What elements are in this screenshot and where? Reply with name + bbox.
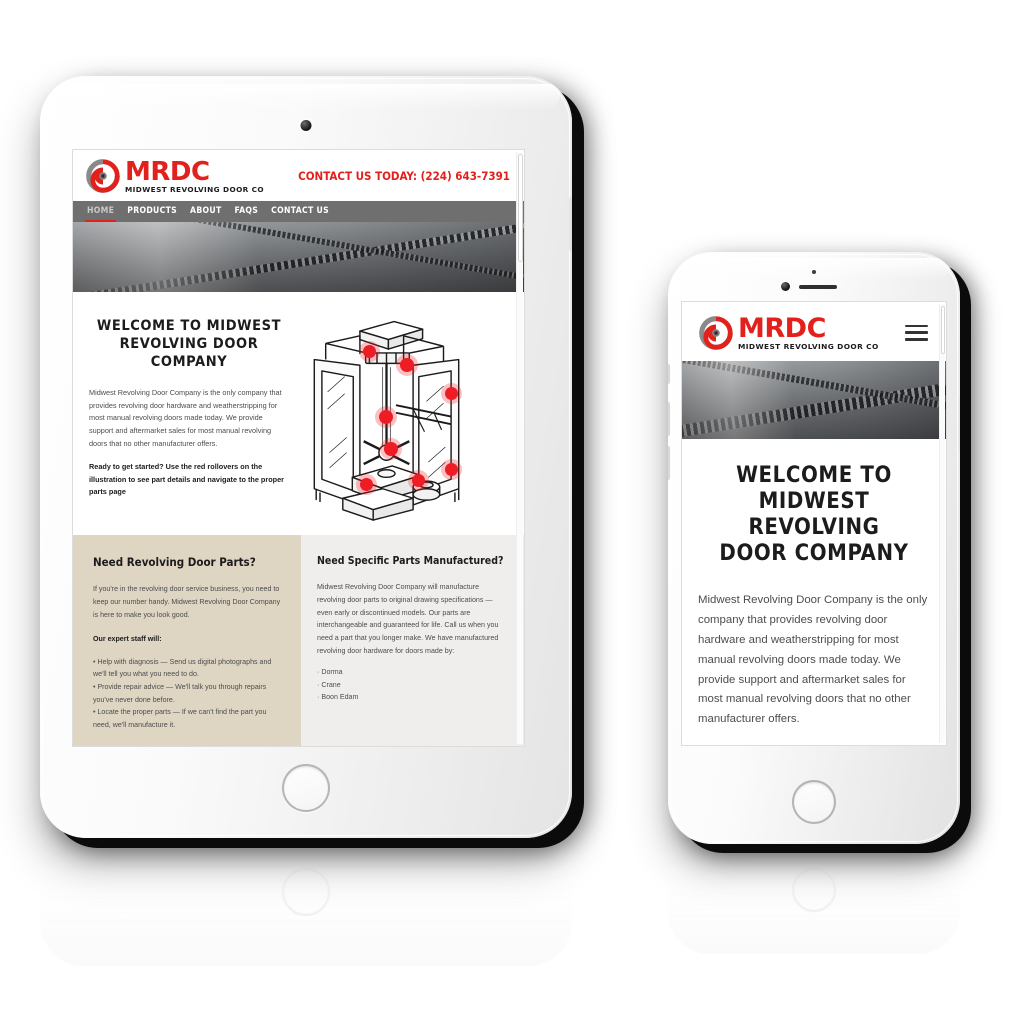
site-header: MRDC MIDWEST REVOLVING DOOR CO CONTACT U… bbox=[73, 150, 524, 202]
tablet-reflection bbox=[40, 846, 572, 966]
brand-tagline: MIDWEST REVOLVING DOOR CO bbox=[738, 342, 879, 351]
volume-down-button-icon[interactable] bbox=[668, 446, 670, 480]
screenshot-canvas: MRDC MIDWEST REVOLVING DOOR CO CONTACT U… bbox=[0, 0, 1024, 1024]
welcome-paragraph: Midwest Revolving Door Company is the on… bbox=[89, 388, 282, 448]
welcome-cta: Ready to get started? Use the red bbox=[698, 744, 930, 745]
column-bullet: · Boon Edam bbox=[317, 693, 359, 702]
phone-reflection bbox=[668, 850, 960, 954]
brand-logo[interactable]: MRDC MIDWEST REVOLVING DOOR CO bbox=[698, 315, 879, 350]
column-bullet: · Dorma bbox=[317, 668, 343, 677]
welcome-heading: WELCOME TO MIDWEST REVOLVING DOOR COMPAN… bbox=[96, 318, 282, 370]
brand-name: MRDC bbox=[738, 313, 826, 344]
welcome-paragraph: Midwest Revolving Door Company is the on… bbox=[698, 594, 928, 726]
brand-tagline: MIDWEST REVOLVING DOOR CO bbox=[125, 185, 264, 194]
welcome-section: WELCOME TO MIDWEST REVOLVING DOOR COMPAN… bbox=[73, 292, 524, 535]
column-bullet: · Crane bbox=[317, 680, 341, 689]
front-camera-icon bbox=[781, 282, 790, 291]
phone-screen[interactable]: MRDC MIDWEST REVOLVING DOOR CO WELCOME T… bbox=[682, 302, 946, 745]
column-subheading: Our expert staff will: bbox=[93, 635, 162, 644]
nav-item-faqs[interactable]: FAQS bbox=[235, 206, 259, 216]
column-paragraph: If you're in the revolving door service … bbox=[93, 585, 281, 619]
column-bullet: • Locate the proper parts — If we can't … bbox=[93, 708, 267, 729]
mobile-site-header: MRDC MIDWEST REVOLVING DOOR CO bbox=[682, 302, 946, 362]
brand-logo[interactable]: MRDC MIDWEST REVOLVING DOOR CO bbox=[85, 159, 264, 193]
proximity-sensor-icon bbox=[812, 270, 816, 274]
hero-gear-photo bbox=[682, 361, 946, 440]
main-navigation: HOME PRODUCTS ABOUT FAQS CONTACT US bbox=[73, 201, 524, 224]
hero-gear-photo bbox=[73, 222, 524, 293]
revolving-door-illustration[interactable] bbox=[301, 310, 491, 525]
mute-switch-icon[interactable] bbox=[668, 364, 670, 384]
contact-phone-text[interactable]: CONTACT US TODAY: (224) 643-7391 bbox=[298, 169, 510, 183]
scrollbar-thumb[interactable] bbox=[518, 154, 523, 262]
page-scrollbar[interactable] bbox=[516, 152, 523, 744]
welcome-heading-line-1: WELCOME TO bbox=[736, 463, 892, 489]
side-button-icon[interactable] bbox=[569, 196, 572, 252]
website-tablet-view: MRDC MIDWEST REVOLVING DOOR CO CONTACT U… bbox=[73, 150, 524, 746]
column-heading: Need Specific Parts Manufactured? bbox=[317, 555, 504, 568]
hamburger-menu-icon[interactable] bbox=[905, 324, 928, 341]
scrollbar-thumb[interactable] bbox=[941, 306, 945, 354]
column-paragraph: Midwest Revolving Door Company will manu… bbox=[317, 583, 499, 655]
home-button-icon[interactable] bbox=[282, 764, 330, 812]
nav-item-products[interactable]: PRODUCTS bbox=[127, 206, 177, 216]
column-heading: Need Revolving Door Parts? bbox=[93, 555, 256, 570]
column-need-revolving-door-parts: Need Revolving Door Parts? If you're in … bbox=[73, 535, 301, 746]
column-bullet: • Help with diagnosis — Send us digital … bbox=[93, 657, 272, 679]
website-phone-view: MRDC MIDWEST REVOLVING DOOR CO WELCOME T… bbox=[682, 302, 946, 745]
brand-name: MRDC bbox=[125, 157, 210, 187]
volume-up-button-icon[interactable] bbox=[668, 402, 670, 436]
mrdc-swirl-logo-icon bbox=[698, 315, 734, 350]
welcome-heading-line-2: MIDWEST REVOLVING bbox=[748, 489, 880, 541]
info-columns: Need Revolving Door Parts? If you're in … bbox=[73, 535, 524, 746]
welcome-heading-line-3: DOOR COMPANY bbox=[719, 541, 909, 567]
nav-item-home[interactable]: HOME bbox=[84, 206, 117, 224]
nav-item-contact-us[interactable]: CONTACT US bbox=[271, 206, 329, 216]
mrdc-swirl-logo-icon bbox=[85, 159, 121, 193]
mobile-welcome-section: WELCOME TO MIDWEST REVOLVING DOOR COMPAN… bbox=[682, 439, 946, 745]
tablet-screen[interactable]: MRDC MIDWEST REVOLVING DOOR CO CONTACT U… bbox=[73, 150, 524, 746]
phone-device: MRDC MIDWEST REVOLVING DOOR CO WELCOME T… bbox=[668, 252, 960, 844]
welcome-cta: Ready to get started? Use the red rollov… bbox=[89, 462, 285, 497]
phone-bezel-highlight bbox=[678, 258, 950, 280]
earpiece-speaker-icon bbox=[799, 285, 837, 289]
power-button-icon[interactable] bbox=[958, 398, 960, 450]
nav-item-about[interactable]: ABOUT bbox=[190, 206, 222, 216]
front-camera-icon bbox=[300, 120, 312, 131]
page-scrollbar[interactable] bbox=[939, 304, 945, 743]
home-button-icon[interactable] bbox=[792, 780, 836, 824]
tablet-device: MRDC MIDWEST REVOLVING DOOR CO CONTACT U… bbox=[40, 76, 572, 838]
column-bullet: • Provide repair advice — We'll talk you… bbox=[93, 683, 267, 704]
column-need-specific-parts-manufactured: Need Specific Parts Manufactured? Midwes… bbox=[301, 535, 524, 746]
tablet-bezel-highlight bbox=[52, 84, 560, 110]
